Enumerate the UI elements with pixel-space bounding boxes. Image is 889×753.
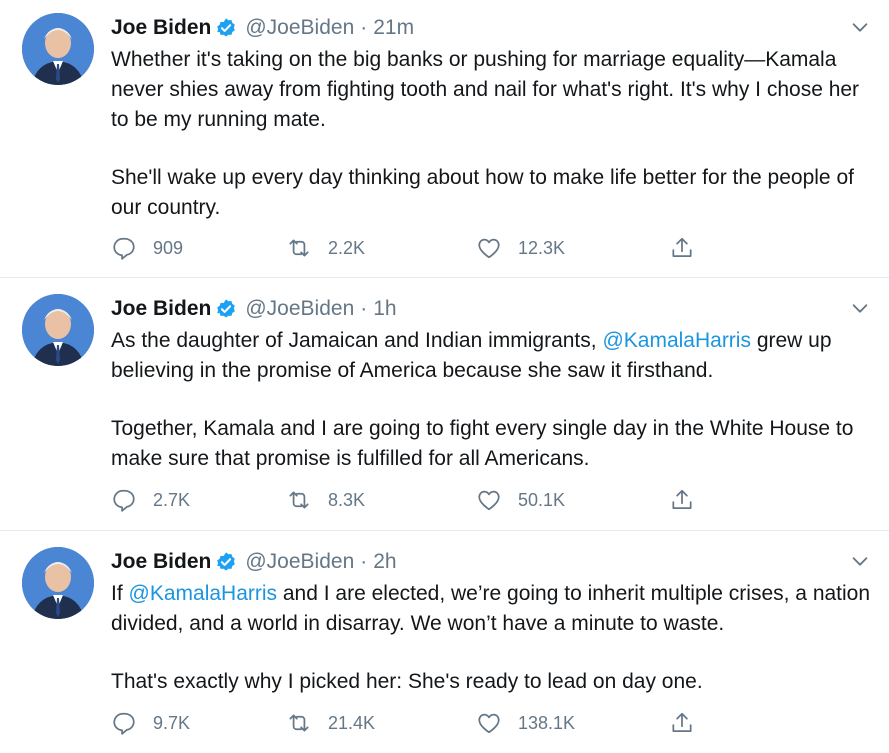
verified-badge-icon xyxy=(217,18,236,37)
reply-icon xyxy=(113,712,135,735)
tweet-2[interactable]: Joe Biden @JoeBiden · 1h As the daughter… xyxy=(0,278,889,530)
tweet-text-span: She'll wake up every day thinking about … xyxy=(111,166,854,219)
tweet-text-span: As the daughter of Jamaican and Indian i… xyxy=(111,329,603,352)
tweet-text: Whether it's taking on the big banks or … xyxy=(111,45,876,223)
tweet-text-span: That's exactly why I picked her: She's r… xyxy=(111,670,703,693)
reply-button[interactable]: 9.7K xyxy=(111,708,190,738)
heart-icon xyxy=(478,490,500,511)
verified-badge-icon xyxy=(217,299,236,318)
tweet-text: If @KamalaHarris and I are elected, we’r… xyxy=(111,579,876,697)
chevron-down-icon[interactable] xyxy=(849,297,871,319)
retweet-icon xyxy=(289,239,309,257)
share-button[interactable] xyxy=(669,708,695,738)
like-count: 138.1K xyxy=(518,712,576,733)
tweet-actions: 2.7K 8.3K 50.1K xyxy=(111,485,711,515)
share-button[interactable] xyxy=(669,233,695,263)
timestamp[interactable]: 21m xyxy=(373,16,414,40)
display-name[interactable]: Joe Biden xyxy=(111,297,211,321)
avatar[interactable] xyxy=(22,13,94,85)
reply-icon xyxy=(113,489,135,512)
retweet-count: 2.2K xyxy=(328,237,366,258)
like-button[interactable]: 138.1K xyxy=(476,708,575,738)
separator: · xyxy=(360,297,368,320)
separator: · xyxy=(360,16,368,39)
tweet-text-span: Whether it's taking on the big banks or … xyxy=(111,48,860,131)
tweet-paragraph: Whether it's taking on the big banks or … xyxy=(111,45,876,135)
share-button[interactable] xyxy=(669,485,695,515)
retweet-button[interactable]: 21.4K xyxy=(286,708,375,738)
like-button[interactable]: 12.3K xyxy=(476,233,565,263)
tweet-header: Joe Biden @JoeBiden · 21m xyxy=(111,14,414,42)
tweet-paragraph: As the daughter of Jamaican and Indian i… xyxy=(111,326,876,386)
like-count: 50.1K xyxy=(518,489,566,510)
display-name[interactable]: Joe Biden xyxy=(111,16,211,40)
retweet-button[interactable]: 8.3K xyxy=(286,485,365,515)
avatar[interactable] xyxy=(22,547,94,619)
reply-count: 909 xyxy=(153,237,184,258)
mention-link[interactable]: @KamalaHarris xyxy=(129,582,278,605)
share-icon xyxy=(672,489,692,509)
tweet-paragraph: Together, Kamala and I are going to figh… xyxy=(111,414,876,474)
timestamp[interactable]: 1h xyxy=(373,297,396,321)
handle[interactable]: @JoeBiden xyxy=(245,297,354,321)
retweet-count: 21.4K xyxy=(328,712,376,733)
tweet-paragraph: That's exactly why I picked her: She's r… xyxy=(111,667,876,697)
reply-button[interactable]: 909 xyxy=(111,233,183,263)
display-name[interactable]: Joe Biden xyxy=(111,550,211,574)
reply-count: 9.7K xyxy=(153,712,191,733)
tweet-actions: 9.7K 21.4K 138.1K xyxy=(111,708,711,738)
handle[interactable]: @JoeBiden xyxy=(245,16,354,40)
tweet-header: Joe Biden @JoeBiden · 2h xyxy=(111,548,397,576)
like-button[interactable]: 50.1K xyxy=(476,485,565,515)
retweet-button[interactable]: 2.2K xyxy=(286,233,365,263)
share-icon xyxy=(672,712,692,732)
handle[interactable]: @JoeBiden xyxy=(245,550,354,574)
chevron-down-icon[interactable] xyxy=(849,16,871,38)
tweet-actions: 909 2.2K 12.3K xyxy=(111,233,711,263)
tweet-3[interactable]: Joe Biden @JoeBiden · 2h If @KamalaHarri… xyxy=(0,531,889,753)
verified-badge-icon xyxy=(217,552,236,571)
chevron-down-icon[interactable] xyxy=(849,550,871,572)
tweet-text-span: If xyxy=(111,582,129,605)
heart-icon xyxy=(478,238,500,259)
reply-icon xyxy=(113,237,135,260)
retweet-count: 8.3K xyxy=(328,489,366,510)
like-count: 12.3K xyxy=(518,237,566,258)
tweet-paragraph: If @KamalaHarris and I are elected, we’r… xyxy=(111,579,876,639)
separator: · xyxy=(360,550,368,573)
tweet-text-span: Together, Kamala and I are going to figh… xyxy=(111,417,854,470)
tweet-paragraph: She'll wake up every day thinking about … xyxy=(111,163,876,223)
reply-count: 2.7K xyxy=(153,489,191,510)
reply-button[interactable]: 2.7K xyxy=(111,485,190,515)
mention-link[interactable]: @KamalaHarris xyxy=(602,329,751,352)
heart-icon xyxy=(478,713,500,734)
retweet-icon xyxy=(289,491,309,509)
share-icon xyxy=(672,237,692,257)
retweet-icon xyxy=(289,714,309,732)
tweet-text: As the daughter of Jamaican and Indian i… xyxy=(111,326,876,474)
timestamp[interactable]: 2h xyxy=(373,550,396,574)
tweet-header: Joe Biden @JoeBiden · 1h xyxy=(111,295,397,323)
tweet-1[interactable]: Joe Biden @JoeBiden · 21m Whether it's t… xyxy=(0,0,889,276)
avatar[interactable] xyxy=(22,294,94,366)
